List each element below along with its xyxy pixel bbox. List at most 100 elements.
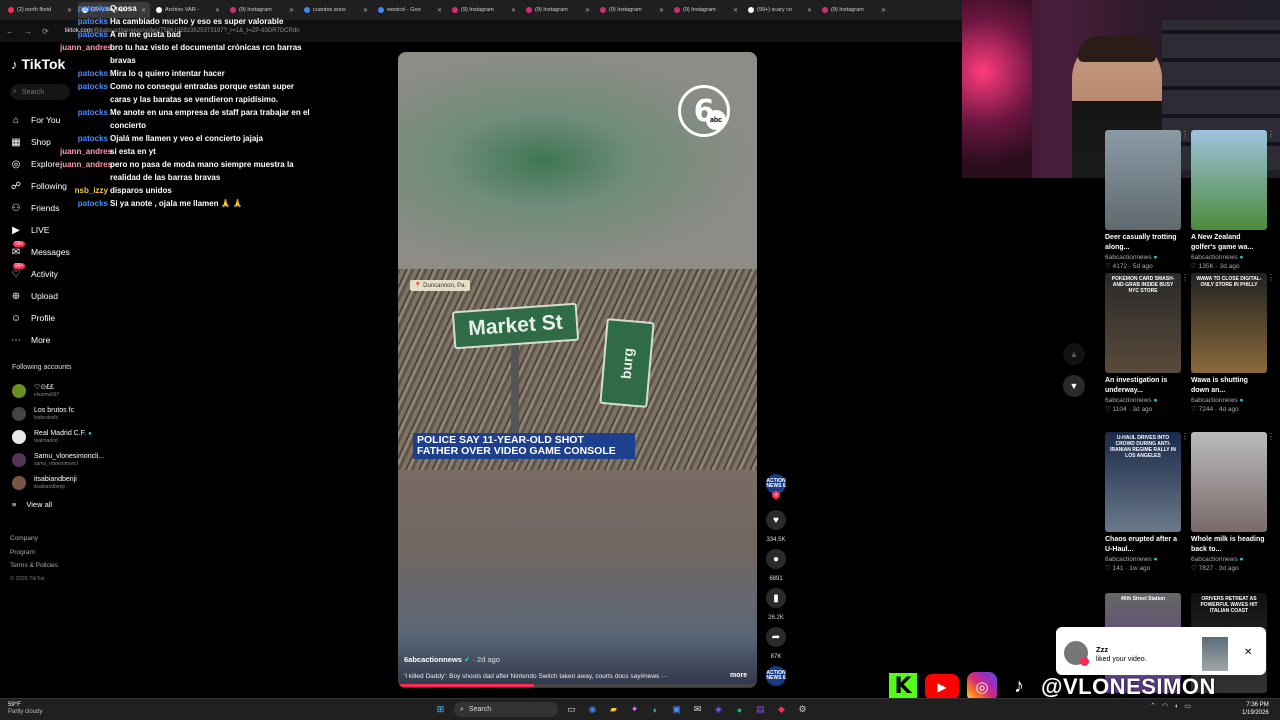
twitch-icon[interactable]: ▤: [753, 702, 768, 717]
weather-widget[interactable]: 59°F Partly cloudy: [8, 702, 42, 716]
more-options-icon[interactable]: ⋮: [1181, 273, 1189, 282]
like-icon[interactable]: ♥: [766, 510, 786, 530]
store-icon[interactable]: ▣: [669, 702, 684, 717]
nav-label: LIVE: [31, 225, 50, 235]
browser-tab[interactable]: westcol - Goo ✕: [374, 2, 446, 18]
tiktok-icon: ♪: [1014, 675, 1024, 697]
nav-item-messages[interactable]: ✉ Messages 99+: [10, 241, 100, 263]
tab-close-icon[interactable]: ✕: [363, 7, 368, 14]
tab-close-icon[interactable]: ✕: [659, 7, 664, 14]
clock-date: 1/19/2026: [1242, 709, 1269, 716]
start-icon[interactable]: ⊞: [433, 702, 448, 717]
tab-favicon-icon: [452, 7, 458, 13]
nav-item-more[interactable]: ⋯ More: [10, 329, 100, 351]
tab-close-icon[interactable]: ✕: [733, 7, 738, 14]
card-likes: 141: [1112, 565, 1124, 572]
view-all-button[interactable]: ≡ View all: [12, 500, 52, 509]
bookmark-icon[interactable]: ▮: [766, 588, 786, 608]
chat-text: Ojalá me llamen y veo el concierto jajaj…: [110, 134, 263, 143]
browser-tab[interactable]: (9) Instagram ✕: [522, 2, 594, 18]
chat-text: A mi me gusta bad: [110, 30, 181, 39]
forward-icon[interactable]: →: [24, 27, 32, 36]
discord-icon[interactable]: ◈: [711, 702, 726, 717]
browser-tab[interactable]: (9) Instagram ✕: [670, 2, 742, 18]
comment-icon[interactable]: ●: [766, 549, 786, 569]
video-thumbnail: U-HAUL DRIVES INTO CROWD DURING ANTI-IRA…: [1105, 432, 1181, 532]
footer-company[interactable]: Company: [10, 532, 58, 546]
browser-tab[interactable]: (9) Instagram ✕: [818, 2, 890, 18]
sound-avatar[interactable]: ACTION NEWS 6: [766, 666, 786, 686]
video-description: 'I killed Daddy': Boy shoots dad after N…: [404, 673, 668, 680]
verified-icon: ●: [1239, 556, 1244, 563]
following-account[interactable]: itsabiandbenji itsabiandbenji: [12, 472, 122, 494]
tiktok-logo[interactable]: ♪ TikTok: [11, 56, 65, 72]
tab-favicon-icon: [822, 7, 828, 13]
following-account[interactable]: Los brutos fc losbrutosfc: [12, 403, 122, 425]
spotify-icon[interactable]: ●: [732, 702, 747, 717]
battery-icon[interactable]: ▭: [1184, 702, 1191, 710]
tab-close-icon[interactable]: ✕: [881, 7, 886, 14]
copilot-icon[interactable]: ✦: [627, 702, 642, 717]
recommended-video-card[interactable]: Deer casually trotting along... 6abcactio…: [1105, 130, 1189, 270]
nav-item-live[interactable]: ▶ LIVE: [10, 219, 100, 241]
mail-icon[interactable]: ✉: [690, 702, 705, 717]
following-account[interactable]: ♡⊙££ elsamw697: [12, 380, 122, 402]
more-options-icon[interactable]: ⋮: [1267, 273, 1275, 282]
tab-close-icon[interactable]: ✕: [585, 7, 590, 14]
recommended-video-card[interactable]: POKEMON CARD SMASH-AND-GRAB INSIDE BUSY …: [1105, 273, 1189, 413]
recommended-video-card[interactable]: A New Zealand golfer's game wa... 6abcact…: [1191, 130, 1275, 270]
view-all-label: View all: [26, 500, 53, 509]
card-title: A New Zealand golfer's game wa...: [1191, 234, 1254, 251]
nav-item-profile[interactable]: ☺ Profile: [10, 307, 100, 329]
tab-close-icon[interactable]: ✕: [511, 7, 516, 14]
volume-icon[interactable]: ◖: [1174, 703, 1178, 710]
obs-icon[interactable]: ◆: [774, 702, 789, 717]
reload-icon[interactable]: ⟳: [42, 27, 49, 36]
tab-close-icon[interactable]: ✕: [807, 7, 812, 14]
next-video-button[interactable]: ▼: [1063, 375, 1085, 397]
headline-line-2: FATHER OVER VIDEO GAME CONSOLE: [417, 445, 616, 457]
like-notification[interactable]: Zzz liked your video. ✕: [1056, 627, 1266, 675]
video-player[interactable]: 6 abc 📍 Duncannon, Pa. Market St burg PO…: [398, 52, 757, 688]
task-view-icon[interactable]: ▭: [564, 702, 579, 717]
footer-terms[interactable]: Terms & Policies: [10, 559, 58, 573]
footer-program[interactable]: Program: [10, 546, 58, 560]
more-button[interactable]: more: [730, 672, 747, 679]
chevron-up-icon: ▲: [1069, 349, 1079, 359]
file-explorer-icon[interactable]: ▰: [606, 702, 621, 717]
previous-video-button[interactable]: ▲: [1063, 343, 1085, 365]
following-account[interactable]: Samu_vlonesimoncli... samu_vlonesimoncl: [12, 449, 122, 471]
video-progress-bar[interactable]: [398, 684, 757, 687]
tray-chevron-icon[interactable]: ⌃: [1150, 702, 1156, 710]
notification-user: Zzz: [1096, 645, 1109, 654]
chat-username: juann_andres: [60, 43, 113, 52]
clock[interactable]: 7:36 PM 1/19/2026: [1242, 702, 1269, 717]
taskbar-search[interactable]: ⌕ Search: [454, 702, 558, 717]
browser-tab[interactable]: (99+) scary co ✕: [744, 2, 816, 18]
browser-tab[interactable]: (9) Instagram ✕: [448, 2, 520, 18]
edge-icon[interactable]: ◐: [648, 702, 663, 717]
more-options-icon[interactable]: ⋮: [1181, 130, 1189, 139]
browser-tab[interactable]: (9) Instagram ✕: [596, 2, 668, 18]
recommended-video-card[interactable]: WAWA TO CLOSE DIGITAL-ONLY STORE IN PHIL…: [1191, 273, 1275, 413]
close-icon[interactable]: ✕: [1244, 647, 1252, 658]
wifi-icon[interactable]: ◠: [1162, 702, 1168, 710]
chrome-icon[interactable]: ◉: [585, 702, 600, 717]
more-options-icon[interactable]: ⋮: [1267, 432, 1275, 441]
share-icon[interactable]: ➦: [766, 627, 786, 647]
recommended-video-card[interactable]: Whole milk is heading back to... 6abcacti…: [1191, 432, 1275, 572]
follow-plus-icon[interactable]: +: [772, 491, 780, 499]
back-icon[interactable]: ←: [6, 27, 14, 36]
nav-item-activity[interactable]: ♡ Activity 99+: [10, 263, 100, 285]
more-options-icon[interactable]: ⋮: [1181, 432, 1189, 441]
recommended-video-card[interactable]: U-HAUL DRIVES INTO CROWD DURING ANTI-IRA…: [1105, 432, 1189, 572]
following-account[interactable]: Real Madrid C.F. ● realmadrid: [12, 426, 122, 448]
tab-close-icon[interactable]: ✕: [437, 7, 442, 14]
settings-icon[interactable]: ⚙: [795, 702, 810, 717]
chat-text: Mira lo q quiero intentar hacer: [110, 69, 225, 78]
friends-icon: ⚇: [11, 202, 21, 214]
video-author[interactable]: 6abcactionnews ✔ · 2d ago: [404, 655, 500, 664]
nav-item-upload[interactable]: ⊕ Upload: [10, 285, 100, 307]
notification-badge: 99+: [13, 263, 26, 269]
more-options-icon[interactable]: ⋮: [1267, 130, 1275, 139]
